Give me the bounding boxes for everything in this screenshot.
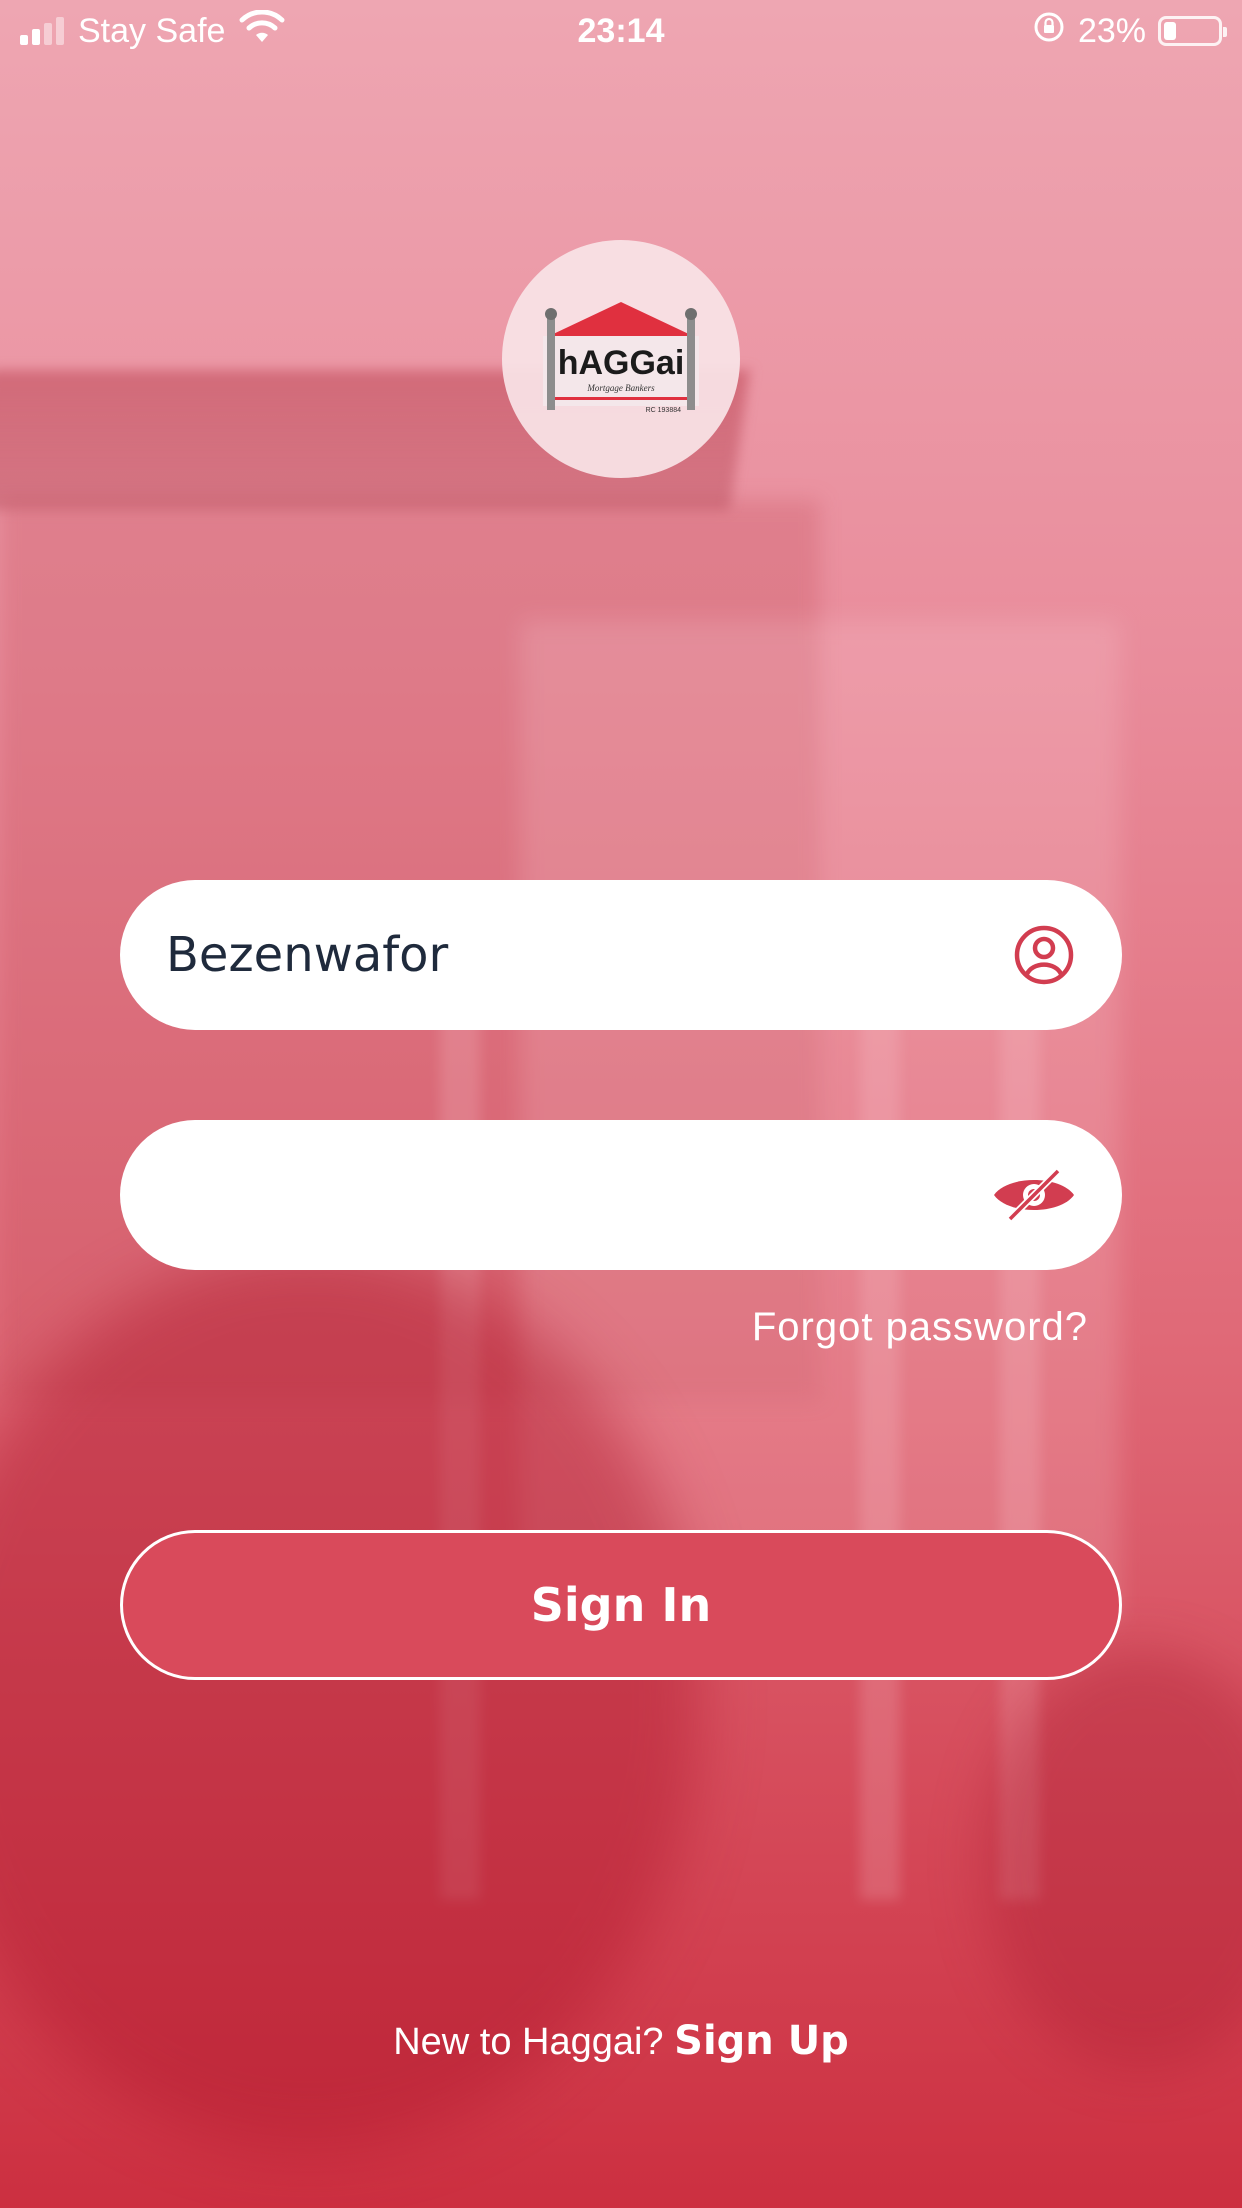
forgot-password-link[interactable]: Forgot password? — [752, 1305, 1088, 1350]
password-input[interactable] — [166, 1167, 992, 1223]
svg-text:RC 193884: RC 193884 — [646, 407, 682, 414]
rotation-lock-icon — [1032, 10, 1066, 53]
signup-prompt: New to Haggai? Sign Up — [0, 2018, 1242, 2064]
svg-text:hAGGai: hAGGai — [558, 344, 685, 382]
battery-percent: 23% — [1077, 11, 1146, 50]
signup-prompt-text: New to Haggai? — [393, 2021, 664, 2063]
sign-in-button[interactable]: Sign In — [120, 1530, 1122, 1680]
username-input[interactable] — [166, 927, 1012, 983]
user-circle-icon — [1012, 923, 1076, 987]
username-field-container — [120, 880, 1122, 1030]
eye-slash-icon[interactable] — [992, 1163, 1076, 1227]
svg-text:Mortgage Bankers: Mortgage Bankers — [586, 383, 655, 393]
haggai-logo-image: hAGGai Mortgage Bankers RC 193884 — [543, 302, 699, 414]
app-logo: hAGGai Mortgage Bankers RC 193884 — [502, 240, 740, 478]
battery-icon — [1158, 16, 1227, 46]
carrier-label: Stay Safe — [78, 11, 226, 50]
password-field-container — [120, 1120, 1122, 1270]
wifi-icon — [239, 9, 285, 53]
sign-up-link[interactable]: Sign Up — [674, 2018, 849, 2064]
signal-icon — [20, 17, 64, 45]
status-bar: Stay Safe 23:14 23% — [0, 0, 1242, 62]
